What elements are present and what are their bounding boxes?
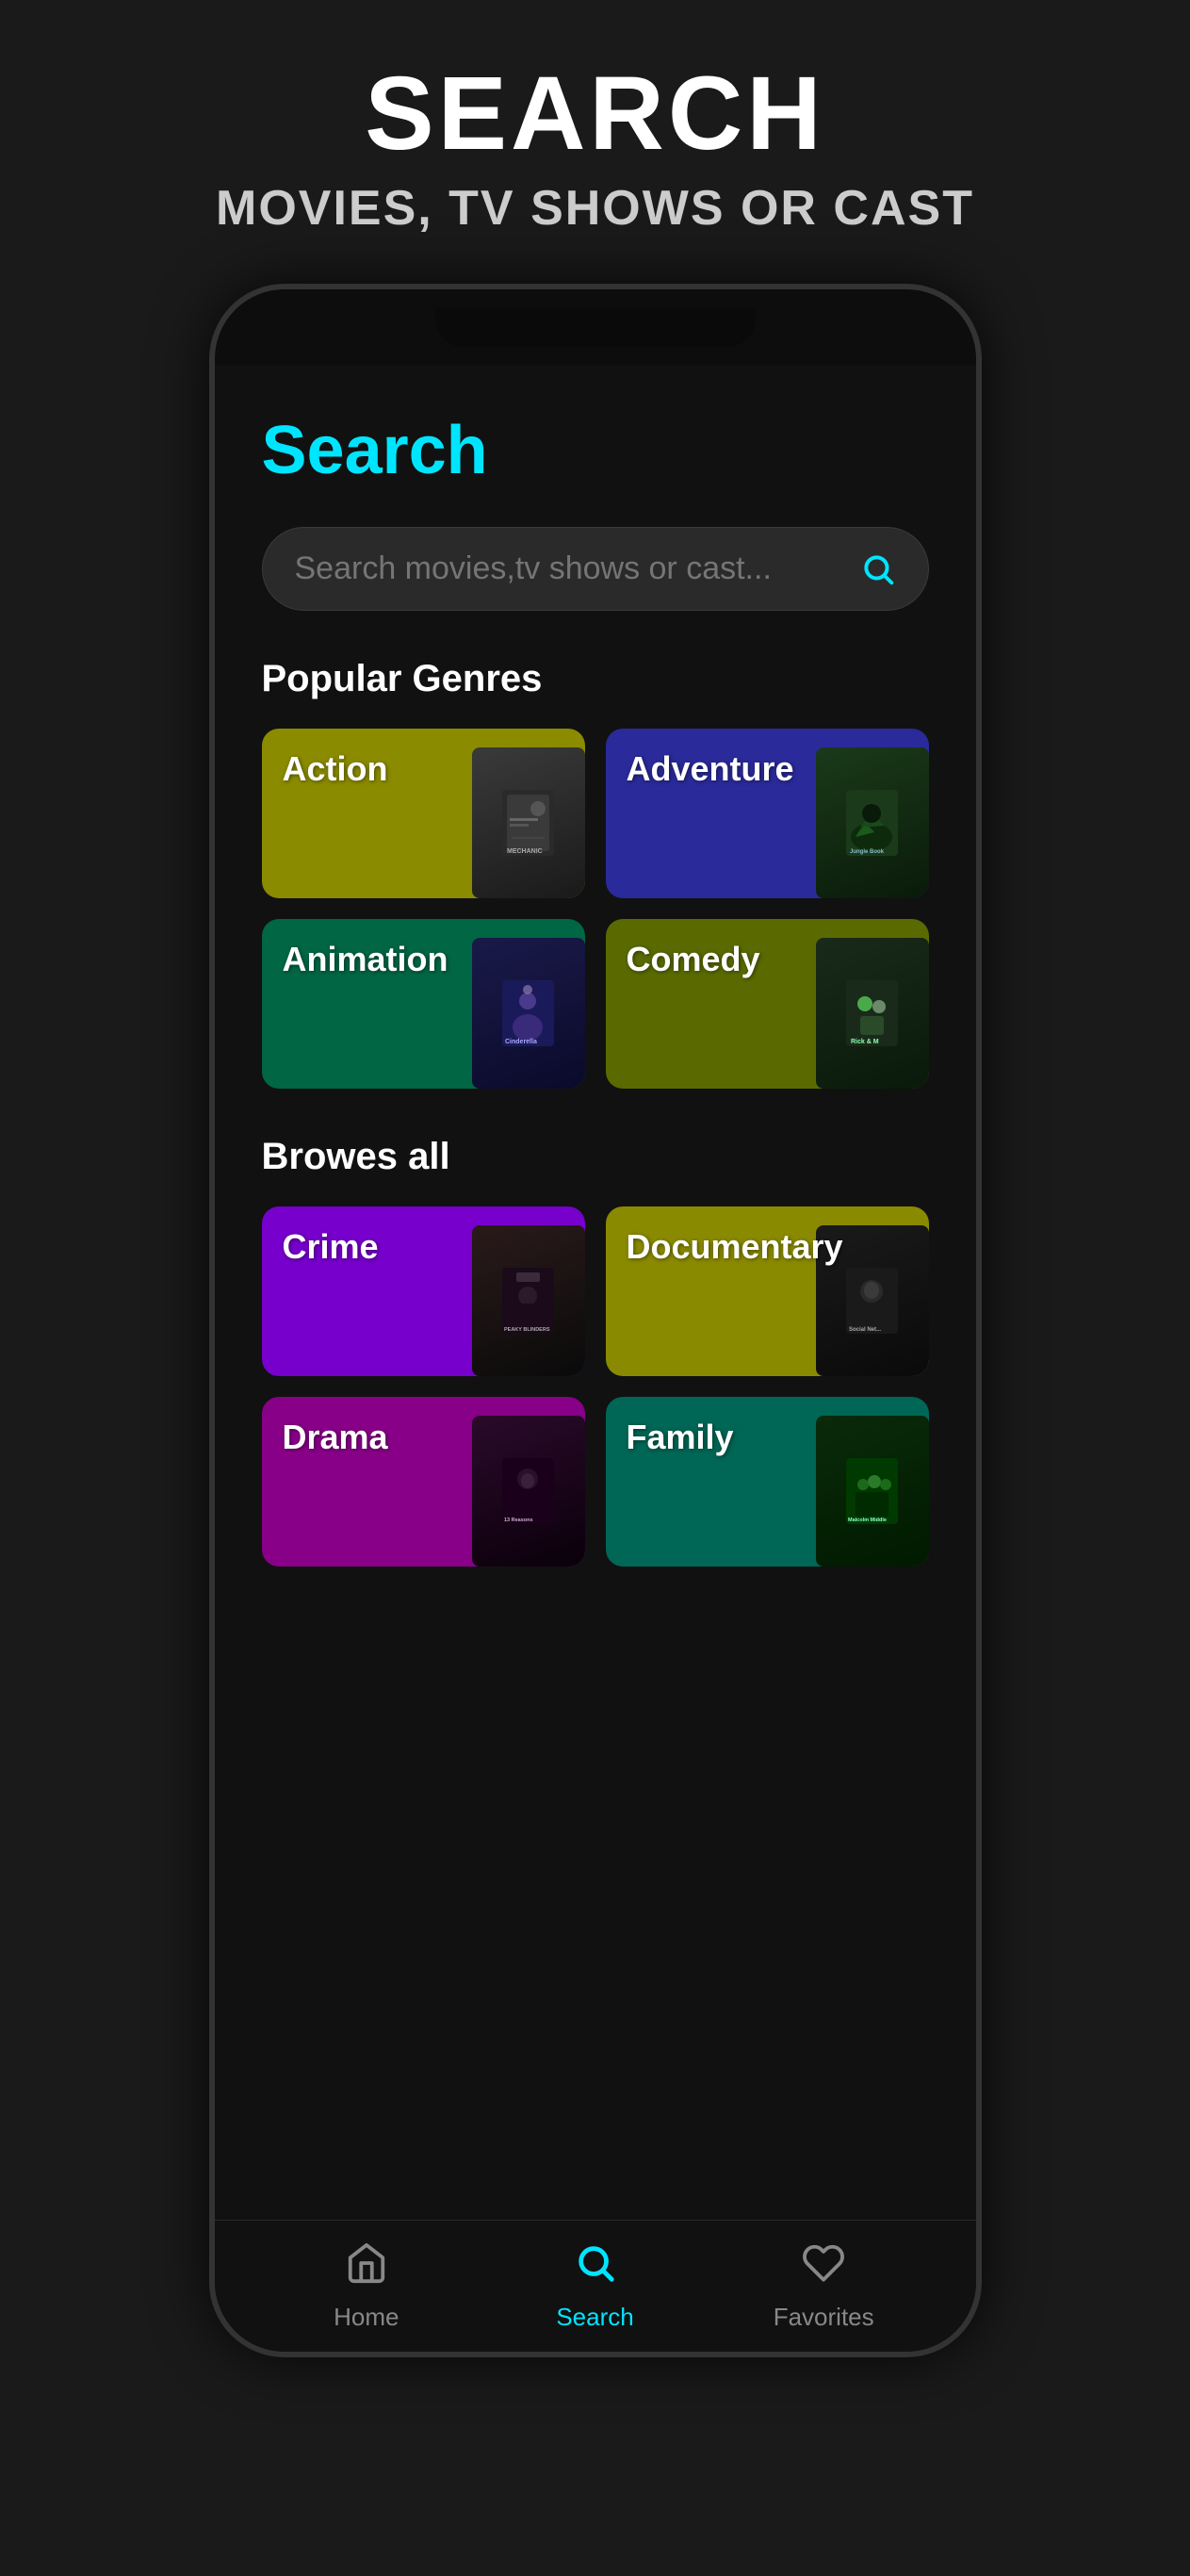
genre-card-animation[interactable]: Animation Cinderella [262,919,585,1089]
genre-label-family: Family [627,1418,734,1457]
popular-genres-grid: Action MECHANIC [262,729,929,1089]
genre-label-documentary: Documentary [627,1227,843,1267]
popular-genres-title: Popular Genres [262,658,929,700]
page-title: Search [262,412,929,489]
genre-label-comedy: Comedy [627,940,760,979]
phone-notch-area [215,289,976,365]
nav-label-search: Search [556,2303,633,2332]
home-icon [345,2241,388,2295]
top-header: SEARCH MOVIES, TV SHOWS OR CAST [0,0,1190,274]
genre-card-documentary[interactable]: Documentary Social Net... [606,1206,929,1376]
genre-label-action: Action [283,749,388,789]
nav-item-search[interactable]: Search [481,2241,709,2332]
search-input[interactable] [295,550,860,587]
main-title: SEARCH [38,57,1152,171]
phone-notch [435,307,756,347]
search-icon[interactable] [860,551,896,587]
svg-text:MECHANIC: MECHANIC [507,848,543,855]
svg-text:Cinderella: Cinderella [505,1039,537,1045]
phone-frame: Search Popular Genres Action [209,284,982,2357]
genre-image-comedy: Rick & M [816,938,929,1089]
genre-image-adventure: Jungle Book [816,747,929,898]
svg-text:Malcolm Middle: Malcolm Middle [848,1518,887,1523]
genre-image-drama: 13 Reasons [472,1416,585,1567]
favorites-icon [802,2241,845,2295]
bottom-nav: Home Search Favorites [215,2220,976,2352]
genre-image-action: MECHANIC [472,747,585,898]
genre-image-crime: PEAKY BLINDERS [472,1225,585,1376]
genre-label-animation: Animation [283,940,448,979]
genre-image-animation: Cinderella [472,938,585,1089]
genre-card-action[interactable]: Action MECHANIC [262,729,585,898]
genre-label-crime: Crime [283,1227,379,1267]
genre-card-family[interactable]: Family Malcolm Middle [606,1397,929,1567]
genre-label-drama: Drama [283,1418,388,1457]
nav-label-favorites: Favorites [774,2303,874,2332]
svg-text:Rick & M: Rick & M [851,1039,879,1045]
svg-text:Social Net...: Social Net... [849,1327,881,1333]
nav-item-home[interactable]: Home [253,2241,481,2332]
search-nav-icon [574,2241,617,2295]
phone-content: Search Popular Genres Action [215,365,976,2220]
browse-all-title: Browes all [262,1136,929,1178]
nav-item-favorites[interactable]: Favorites [709,2241,938,2332]
sub-title: MOVIES, TV SHOWS OR CAST [38,180,1152,237]
genre-card-crime[interactable]: Crime PEAKY BLINDERS [262,1206,585,1376]
genre-card-adventure[interactable]: Adventure Jungle Book [606,729,929,898]
browse-all-grid: Crime PEAKY BLINDERS Documentar [262,1206,929,1567]
svg-text:13 Reasons: 13 Reasons [504,1518,533,1523]
genre-card-comedy[interactable]: Comedy Rick & M [606,919,929,1089]
genre-image-family: Malcolm Middle [816,1416,929,1567]
nav-label-home: Home [334,2303,399,2332]
svg-text:PEAKY BLINDERS: PEAKY BLINDERS [504,1327,550,1333]
genre-card-drama[interactable]: Drama 13 Reasons [262,1397,585,1567]
search-bar[interactable] [262,527,929,611]
genre-label-adventure: Adventure [627,749,794,789]
svg-text:Jungle Book: Jungle Book [850,849,885,855]
